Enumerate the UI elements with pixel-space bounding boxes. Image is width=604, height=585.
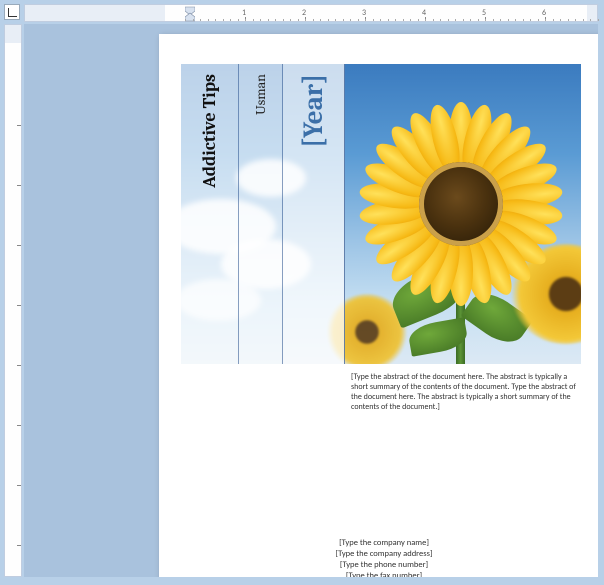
fax-placeholder[interactable]: [Type the fax number]: [274, 571, 494, 577]
document-page[interactable]: Addictive Tips Usman [Year] [Type the ab…: [159, 34, 598, 577]
sunflower-main: [376, 119, 546, 289]
company-address-placeholder[interactable]: [Type the company address]: [274, 549, 494, 559]
ruler-tick: [17, 365, 21, 366]
sunflower-center: [419, 162, 503, 246]
cover-author-bar[interactable]: Usman: [239, 64, 283, 364]
ruler-tick: [17, 425, 21, 426]
cover-year-bar[interactable]: [Year]: [283, 64, 345, 364]
cover-image[interactable]: Addictive Tips Usman [Year]: [181, 64, 581, 364]
ruler-tick: [17, 305, 21, 306]
document-canvas[interactable]: Addictive Tips Usman [Year] [Type the ab…: [24, 24, 598, 577]
ruler-tick: [17, 245, 21, 246]
ruler-tick: [17, 185, 21, 186]
abstract-placeholder[interactable]: [Type the abstract of the document here.…: [351, 372, 583, 412]
cover-author-text[interactable]: Usman: [252, 74, 269, 115]
hanging-indent-marker[interactable]: [185, 5, 195, 23]
company-name-placeholder[interactable]: [Type the company name]: [274, 538, 494, 548]
cover-title-bar[interactable]: Addictive Tips: [181, 64, 239, 364]
tab-selector[interactable]: [4, 4, 20, 20]
contact-block[interactable]: [Type the company name] [Type the compan…: [274, 538, 494, 577]
horizontal-ruler-active: [165, 5, 587, 21]
cover-title-bars: Addictive Tips Usman [Year]: [181, 64, 356, 364]
cover-year-placeholder[interactable]: [Year]: [298, 74, 329, 148]
vertical-ruler[interactable]: [4, 24, 22, 577]
horizontal-ruler[interactable]: 123456: [24, 4, 598, 22]
ruler-tick: [17, 485, 21, 486]
cover-title-text[interactable]: Addictive Tips: [199, 74, 220, 188]
ruler-tick: [17, 545, 21, 546]
phone-placeholder[interactable]: [Type the phone number]: [274, 560, 494, 570]
ruler-tick: [17, 125, 21, 126]
vertical-ruler-active: [5, 43, 21, 576]
word-editor-viewport: 123456: [2, 2, 602, 581]
